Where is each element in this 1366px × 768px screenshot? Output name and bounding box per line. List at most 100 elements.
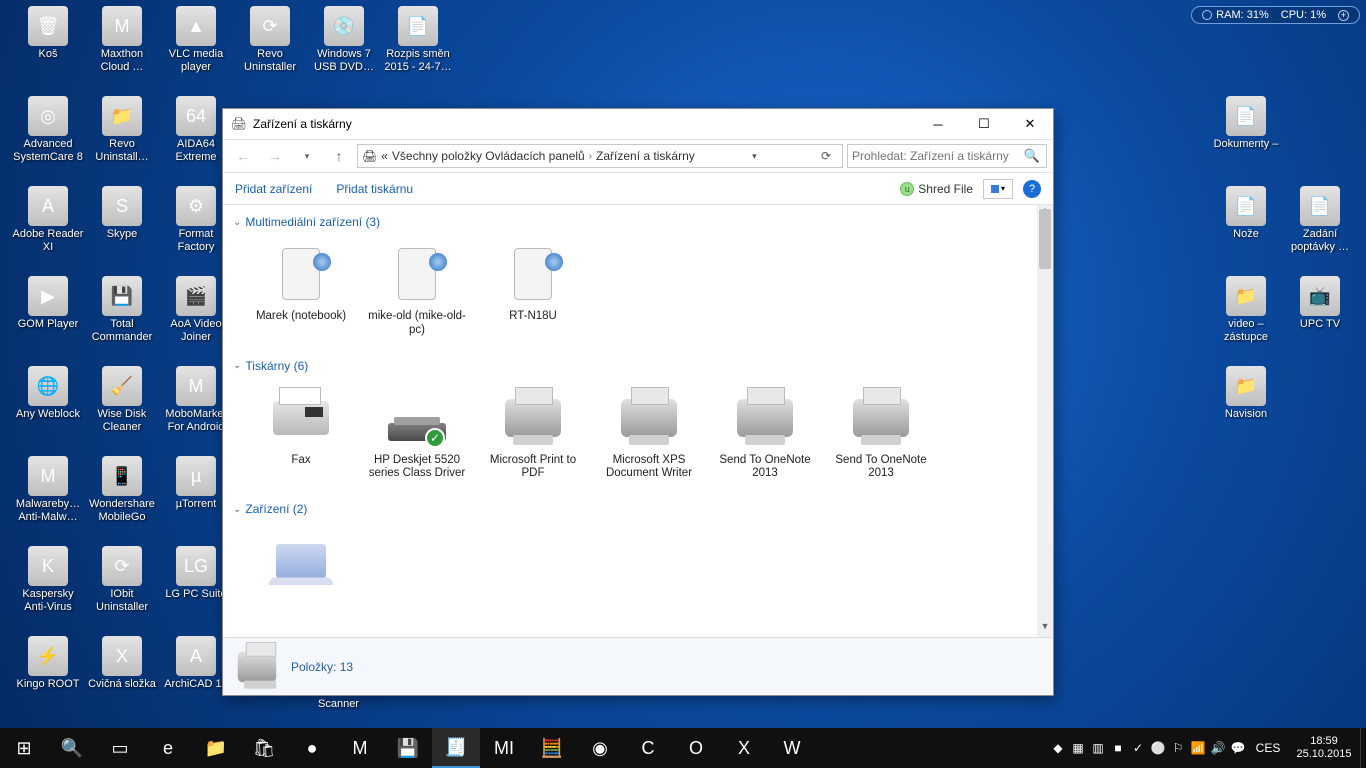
desktop-icon-navision[interactable]: 📁Navision bbox=[1210, 366, 1282, 421]
device-item[interactable]: Fax bbox=[243, 379, 359, 489]
taskbar-calculator-button[interactable]: 🧮 bbox=[528, 728, 576, 768]
tray-icon-1[interactable]: ▦ bbox=[1068, 728, 1088, 768]
close-button[interactable]: ✕ bbox=[1007, 109, 1053, 139]
desktop-icon-total-commander[interactable]: 💾Total Commander bbox=[86, 276, 158, 343]
content-pane[interactable]: ⌄Multimediální zařízení (3)Marek (notebo… bbox=[223, 205, 1053, 637]
desktop-icon-wondershare-mobilego[interactable]: 📱Wondershare MobileGo bbox=[86, 456, 158, 523]
device-item[interactable]: Microsoft Print to PDF bbox=[475, 379, 591, 489]
breadcrumb-part1[interactable]: Všechny položky Ovládacích panelů bbox=[392, 149, 585, 163]
desktop-icon-revo-uninstaller[interactable]: ⟳Revo Uninstaller bbox=[234, 6, 306, 73]
help-button[interactable]: ? bbox=[1023, 180, 1041, 198]
taskbar-start-button[interactable]: ⊞ bbox=[0, 728, 48, 768]
taskbar-maxthon-button[interactable]: M bbox=[336, 728, 384, 768]
desktop-icon-kingo-root[interactable]: ⚡Kingo ROOT bbox=[12, 636, 84, 691]
taskbar-excel-button[interactable]: X bbox=[720, 728, 768, 768]
desktop-icon-cvi-n-slo-ka[interactable]: XCvičná složka bbox=[86, 636, 158, 691]
search-input[interactable] bbox=[852, 149, 1022, 163]
nav-back-button[interactable]: ← bbox=[229, 143, 257, 169]
taskbar-app-mi-button[interactable]: MI bbox=[480, 728, 528, 768]
device-item[interactable]: Microsoft XPS Document Writer bbox=[591, 379, 707, 489]
tray-icon-6[interactable]: ⚐ bbox=[1168, 728, 1188, 768]
add-device-link[interactable]: Přidat zařízení bbox=[235, 182, 312, 196]
nav-up-button[interactable]: ↑ bbox=[325, 143, 353, 169]
shred-file-button[interactable]: u Shred File bbox=[900, 182, 973, 196]
desktop-icon-vlc-media-player[interactable]: ▲VLC media player bbox=[160, 6, 232, 73]
scroll-down-icon[interactable]: ▼ bbox=[1037, 621, 1053, 637]
view-options-button[interactable]: ▾ bbox=[983, 179, 1013, 199]
chevron-right-icon[interactable]: › bbox=[589, 151, 592, 162]
group-header[interactable]: ⌄Multimediální zařízení (3) bbox=[231, 209, 1045, 233]
desktop-icon-rozpis-sm-n-2015-24-7[interactable]: 📄Rozpis směn 2015 - 24-7… bbox=[382, 6, 454, 73]
system-monitor-hud[interactable]: RAM: 31% CPU: 1% + bbox=[1191, 6, 1360, 24]
tray-icon-2[interactable]: ▥ bbox=[1088, 728, 1108, 768]
refresh-button[interactable]: ⟳ bbox=[814, 149, 838, 163]
taskbar-outlook-button[interactable]: O bbox=[672, 728, 720, 768]
device-item[interactable]: Send To OneNote 2013 bbox=[707, 379, 823, 489]
minimize-button[interactable]: ─ bbox=[915, 109, 961, 139]
desktop-icon-video-z-stupce[interactable]: 📁video – zástupce bbox=[1210, 276, 1282, 343]
desktop-icon-gom-player[interactable]: ▶GOM Player bbox=[12, 276, 84, 331]
icon-label: Any Weblock bbox=[12, 408, 84, 421]
taskbar-app-red-button[interactable]: ◉ bbox=[576, 728, 624, 768]
nav-history-button[interactable]: ▾ bbox=[293, 143, 321, 169]
group-header[interactable]: ⌄Tiskárny (6) bbox=[231, 353, 1045, 377]
taskbar-language[interactable]: CES bbox=[1248, 741, 1288, 755]
desktop-icon-revo-uninstall[interactable]: 📁Revo Uninstall… bbox=[86, 96, 158, 163]
tray-icon-4[interactable]: ✓ bbox=[1128, 728, 1148, 768]
group-title: Multimediální zařízení (3) bbox=[245, 215, 380, 229]
breadcrumb-dropdown-icon[interactable]: ▾ bbox=[742, 151, 766, 162]
scrollbar-thumb[interactable] bbox=[1039, 209, 1051, 269]
desktop-icon-advanced-systemcare-8[interactable]: ◎Advanced SystemCare 8 bbox=[12, 96, 84, 163]
taskbar-control-panel-button[interactable]: 🧾 bbox=[432, 728, 480, 768]
desktop-icon-zad-n-popt-vky[interactable]: 📄Zadání poptávky … bbox=[1284, 186, 1356, 253]
search-box[interactable]: 🔍 bbox=[847, 144, 1047, 168]
taskbar-totalcmd-button[interactable]: 💾 bbox=[384, 728, 432, 768]
device-icon bbox=[385, 242, 449, 306]
desktop-icon-wise-disk-cleaner[interactable]: 🧹Wise Disk Cleaner bbox=[86, 366, 158, 433]
device-item[interactable]: mike-old (mike-old-pc) bbox=[359, 235, 475, 345]
titlebar[interactable]: 🖨 Zařízení a tiskárny ─ ☐ ✕ bbox=[223, 109, 1053, 139]
tray-icon-9[interactable]: 💬 bbox=[1228, 728, 1248, 768]
device-item[interactable]: Marek (notebook) bbox=[243, 235, 359, 345]
tray-icon-0[interactable]: ◆ bbox=[1048, 728, 1068, 768]
breadcrumb-box[interactable]: 🖨 « Všechny položky Ovládacích panelů › … bbox=[357, 144, 843, 168]
device-item[interactable]: RT-N18U bbox=[475, 235, 591, 345]
show-desktop-button[interactable] bbox=[1360, 728, 1366, 768]
device-item[interactable]: Send To OneNote 2013 bbox=[823, 379, 939, 489]
breadcrumb-part2[interactable]: Zařízení a tiskárny bbox=[596, 149, 695, 163]
desktop-icon-kaspersky-anti-virus[interactable]: KKaspersky Anti-Virus bbox=[12, 546, 84, 613]
desktop-icon-iobit-uninstaller[interactable]: ⟳IObit Uninstaller bbox=[86, 546, 158, 613]
taskbar-word-button[interactable]: W bbox=[768, 728, 816, 768]
desktop-icon-dokumenty[interactable]: 📄Dokumenty – bbox=[1210, 96, 1282, 151]
add-printer-link[interactable]: Přidat tiskárnu bbox=[336, 182, 413, 196]
taskbar-edge-button[interactable]: e bbox=[144, 728, 192, 768]
device-item[interactable]: ✓HP Deskjet 5520 series Class Driver bbox=[359, 379, 475, 489]
desktop-icon-upc-tv[interactable]: 📺UPC TV bbox=[1284, 276, 1356, 331]
search-icon[interactable]: 🔍 bbox=[1022, 148, 1042, 164]
taskbar-search-button[interactable]: 🔍 bbox=[48, 728, 96, 768]
desktop-icon-no-e[interactable]: 📄Nože bbox=[1210, 186, 1282, 241]
tray-icon-3[interactable]: ■ bbox=[1108, 728, 1128, 768]
taskbar-explorer-button[interactable]: 📁 bbox=[192, 728, 240, 768]
maximize-button[interactable]: ☐ bbox=[961, 109, 1007, 139]
tray-icon-7[interactable]: 📶 bbox=[1188, 728, 1208, 768]
desktop-icon-malwareby-anti-malw[interactable]: MMalwareby… Anti-Malw… bbox=[12, 456, 84, 523]
hud-expand-icon[interactable]: + bbox=[1338, 10, 1349, 21]
taskbar-clock[interactable]: 18:59 25.10.2015 bbox=[1288, 731, 1360, 765]
tray-icon-8[interactable]: 🔊 bbox=[1208, 728, 1228, 768]
tray-icon-5[interactable]: ⚪ bbox=[1148, 728, 1168, 768]
desktop-icon-windows-7-usb-dvd[interactable]: 💿Windows 7 USB DVD… bbox=[308, 6, 380, 73]
desktop-icon-maxthon-cloud[interactable]: MMaxthon Cloud … bbox=[86, 6, 158, 73]
taskbar-app-c-button[interactable]: C bbox=[624, 728, 672, 768]
desktop-icon-any-weblock[interactable]: 🌐Any Weblock bbox=[12, 366, 84, 421]
desktop-icon-ko[interactable]: 🗑Koš bbox=[12, 6, 84, 61]
taskbar-app-orange-button[interactable]: ● bbox=[288, 728, 336, 768]
desktop-icon-skype[interactable]: SSkype bbox=[86, 186, 158, 241]
vertical-scrollbar[interactable]: ▲ ▼ bbox=[1037, 205, 1053, 637]
device-item[interactable] bbox=[243, 522, 359, 604]
desktop-icon-adobe-reader-xi[interactable]: AAdobe Reader XI bbox=[12, 186, 84, 253]
taskbar-store-button[interactable]: 🛍 bbox=[240, 728, 288, 768]
nav-forward-button[interactable]: → bbox=[261, 143, 289, 169]
group-header[interactable]: ⌄Zařízení (2) bbox=[231, 496, 1045, 520]
taskbar-taskview-button[interactable]: ▭ bbox=[96, 728, 144, 768]
